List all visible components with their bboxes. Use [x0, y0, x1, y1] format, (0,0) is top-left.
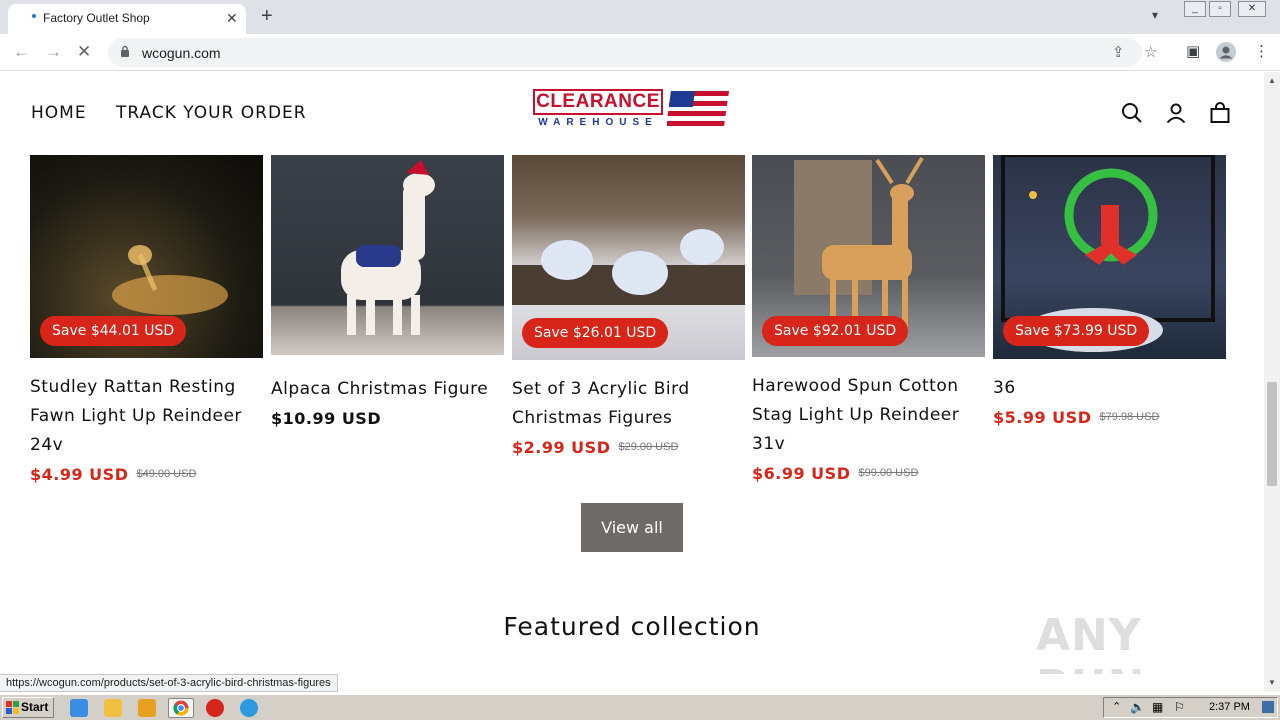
compare-price: $99.00 USD	[858, 467, 919, 479]
page-scrollbar[interactable]: ▲ ▼	[1264, 72, 1280, 692]
link-status-bar: https://wcogun.com/products/set-of-3-acr…	[0, 674, 338, 692]
product-title[interactable]: Harewood Spun Cotton Stag Light Up Reind…	[752, 372, 985, 459]
tab-title: Factory Outlet Shop	[43, 11, 150, 25]
logo-text-bottom: WAREHOUSE	[538, 117, 658, 128]
close-window-button[interactable]: ✕	[1238, 1, 1266, 17]
web-page: HOME TRACK YOUR ORDER CLEARANCE WAREHOUS…	[0, 72, 1264, 674]
bookmark-star-icon[interactable]: ☆	[1144, 43, 1157, 61]
product-card[interactable]: Save $26.01 USD Set of 3 Acrylic Bird Ch…	[512, 155, 745, 458]
clock[interactable]: 2:37 PM	[1209, 701, 1250, 713]
browser-toolbar: ← → ✕ wcogun.com ⇪ ☆ ▣ ⋮	[0, 34, 1280, 71]
cart-bag-icon[interactable]	[1209, 102, 1231, 124]
opera-icon[interactable]	[206, 699, 224, 717]
edge-icon[interactable]	[240, 699, 258, 717]
address-bar[interactable]: wcogun.com ⇪ ☆	[108, 38, 1157, 67]
explorer-folder-icon[interactable]	[104, 699, 122, 717]
product-card[interactable]: Save $92.01 USD Harewood Spun Cotton Sta…	[752, 155, 985, 484]
product-price: $10.99 USD	[271, 409, 382, 428]
save-badge: Save $26.01 USD	[522, 318, 669, 348]
search-icon[interactable]	[1121, 102, 1143, 124]
product-image-alpaca[interactable]	[271, 155, 504, 355]
product-title[interactable]: 36	[993, 374, 1226, 403]
windows-taskbar: Start ⌃ 🔈 ▦ ⚐ 2:37 PM	[0, 694, 1280, 720]
product-image-wreath[interactable]: Save $73.99 USD	[993, 155, 1226, 359]
action-center-flag-icon[interactable]: ⚐	[1174, 700, 1185, 714]
network-icon[interactable]: ▦	[1152, 700, 1163, 714]
windows-logo-icon	[6, 701, 19, 714]
view-all-button[interactable]: View all	[581, 503, 683, 552]
product-price: $5.99 USD	[993, 408, 1092, 427]
back-arrow-icon[interactable]: ←	[13, 42, 30, 62]
anyrun-watermark: ANY RUN	[1036, 610, 1144, 674]
product-card[interactable]: Save $73.99 USD 36 $5.99 USD $79.98 USD	[993, 155, 1226, 428]
account-icon[interactable]	[1165, 102, 1187, 124]
chrome-taskbar-button[interactable]	[168, 698, 194, 718]
chrome-icon	[173, 700, 189, 716]
start-label: Start	[21, 700, 49, 714]
start-button[interactable]: Start	[2, 697, 54, 718]
tab-search-chevron-icon[interactable]: ▾	[1152, 8, 1158, 22]
side-panel-icon[interactable]: ▣	[1186, 42, 1200, 60]
volume-icon[interactable]: 🔈	[1130, 700, 1145, 714]
stop-loading-icon[interactable]: ✕	[77, 42, 91, 62]
product-price: $4.99 USD	[30, 465, 129, 484]
tab-close-icon[interactable]: ✕	[226, 10, 238, 27]
lock-icon	[121, 45, 129, 57]
alpaca-figure-image	[341, 160, 435, 335]
product-title[interactable]: Alpaca Christmas Figure	[271, 375, 504, 404]
scrollbar-thumb[interactable]	[1267, 382, 1277, 486]
product-price: $2.99 USD	[512, 438, 611, 457]
maximize-button[interactable]: ▫	[1209, 1, 1231, 17]
browser-tab[interactable]: Factory Outlet Shop ✕	[8, 4, 246, 34]
product-title[interactable]: Studley Rattan Resting Fawn Light Up Rei…	[30, 373, 263, 460]
tray-expand-icon[interactable]: ⌃	[1112, 700, 1121, 713]
save-badge: Save $73.99 USD	[1003, 316, 1150, 346]
us-flag-icon	[667, 91, 729, 129]
ie-icon[interactable]	[70, 699, 88, 717]
tab-loading-icon	[32, 14, 36, 18]
scroll-up-arrow-icon[interactable]: ▲	[1268, 76, 1276, 85]
product-image-birds[interactable]: Save $26.01 USD	[512, 155, 745, 360]
compare-price: $79.98 USD	[1099, 411, 1160, 423]
product-card[interactable]: Alpaca Christmas Figure $10.99 USD	[271, 155, 504, 429]
save-badge: Save $44.01 USD	[40, 316, 187, 346]
product-price: $6.99 USD	[752, 464, 851, 483]
store-logo[interactable]: CLEARANCE WAREHOUSE	[533, 89, 729, 131]
share-icon[interactable]: ⇪	[1112, 43, 1125, 61]
product-image-fawn[interactable]: Save $44.01 USD	[30, 155, 263, 358]
product-title[interactable]: Set of 3 Acrylic Bird Christmas Figures	[512, 375, 745, 433]
profile-avatar-icon[interactable]	[1215, 41, 1237, 63]
logo-text-top: CLEARANCE	[533, 89, 663, 115]
nav-home-link[interactable]: HOME	[31, 103, 87, 123]
browser-tab-bar: Factory Outlet Shop ✕ + ▾ _ ▫ ✕	[0, 0, 1280, 34]
product-card[interactable]: Save $44.01 USD Studley Rattan Resting F…	[30, 155, 263, 485]
media-player-icon[interactable]	[138, 699, 156, 717]
product-image-stag[interactable]: Save $92.01 USD	[752, 155, 985, 357]
system-tray: ⌃ 🔈 ▦ ⚐ 2:37 PM	[1103, 697, 1278, 718]
menu-kebab-icon[interactable]: ⋮	[1254, 42, 1269, 60]
url-text: wcogun.com	[142, 45, 221, 61]
forward-arrow-icon[interactable]: →	[45, 42, 62, 62]
show-desktop-icon[interactable]	[1262, 701, 1274, 713]
nav-track-order-link[interactable]: TRACK YOUR ORDER	[116, 103, 307, 123]
scroll-down-arrow-icon[interactable]: ▼	[1268, 678, 1276, 687]
new-tab-button[interactable]: +	[261, 5, 273, 27]
compare-price: $29.00 USD	[618, 441, 679, 453]
compare-price: $49.00 USD	[136, 468, 197, 480]
save-badge: Save $92.01 USD	[762, 316, 909, 346]
minimize-button[interactable]: _	[1184, 1, 1206, 17]
